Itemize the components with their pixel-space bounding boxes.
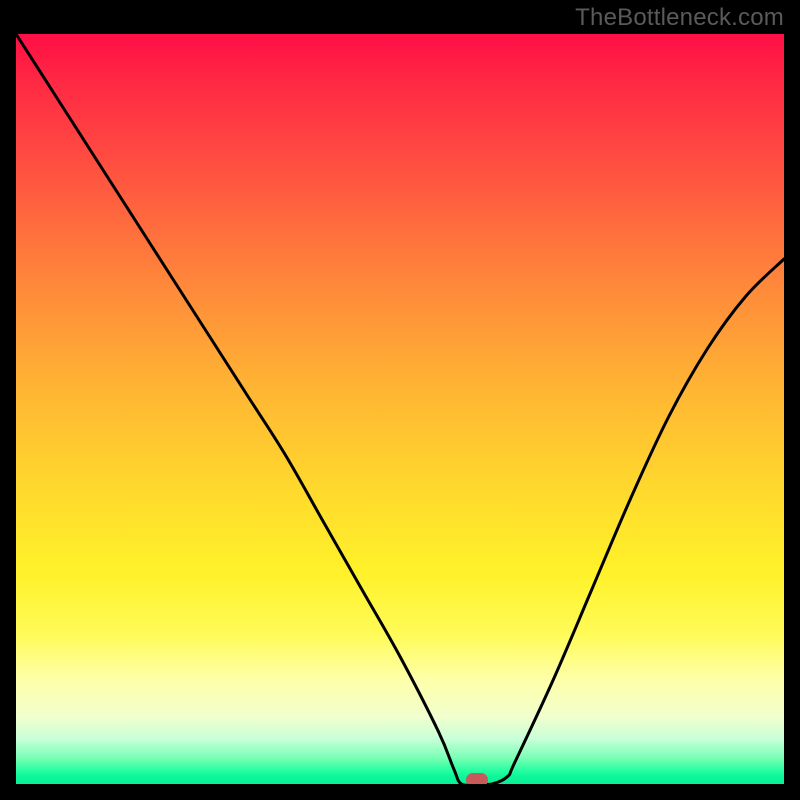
plot-area: [16, 34, 784, 784]
optimal-point-marker: [466, 773, 488, 784]
bottleneck-curve: [16, 34, 784, 784]
chart-frame: TheBottleneck.com: [0, 0, 800, 800]
watermark-label: TheBottleneck.com: [575, 4, 784, 32]
